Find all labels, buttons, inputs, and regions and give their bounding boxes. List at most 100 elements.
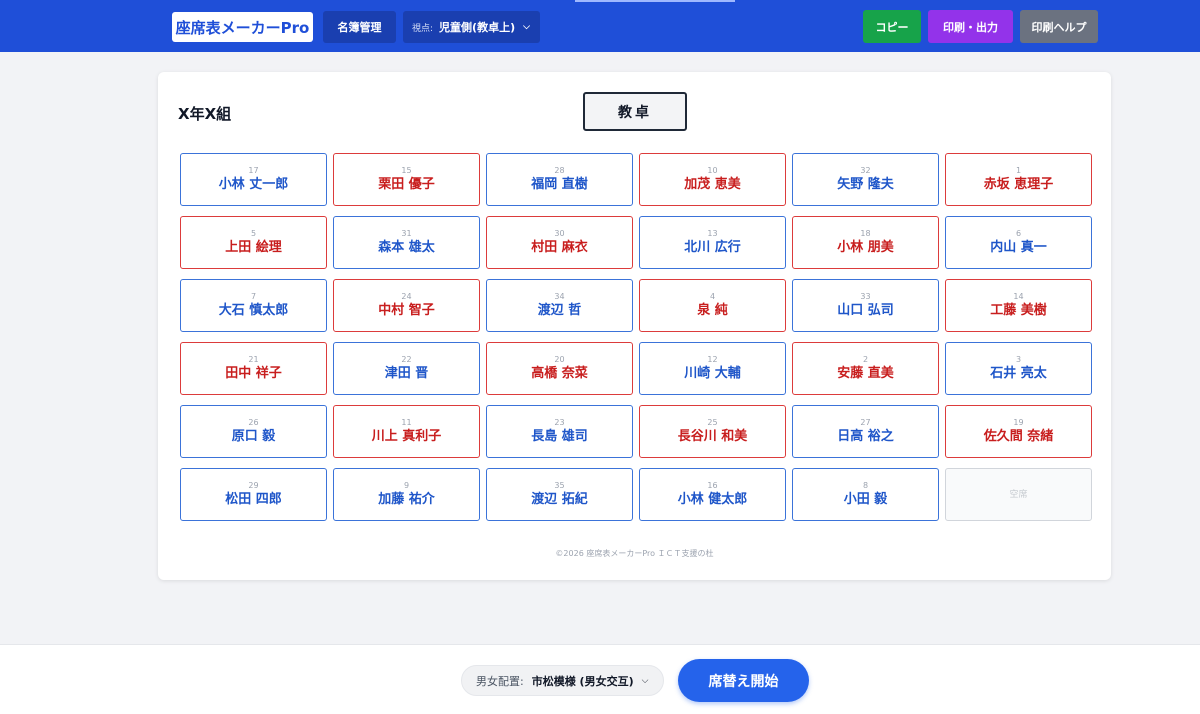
seat-number: 28 (554, 166, 565, 175)
seat-number: 2 (862, 355, 869, 364)
seat[interactable]: 4 泉 純 (639, 279, 786, 332)
seat[interactable]: 22 津田 晋 (333, 342, 480, 395)
start-seat-change-button[interactable]: 席替え開始 (678, 659, 809, 702)
seat[interactable]: 7 大石 慎太郎 (180, 279, 327, 332)
seat[interactable]: 13 北川 広行 (639, 216, 786, 269)
seat-number: 1 (1015, 166, 1022, 175)
seat-student-name: 石井 亮太 (990, 366, 1047, 381)
seat[interactable]: 29 松田 四郎 (180, 468, 327, 521)
seat[interactable]: 32 矢野 隆夫 (792, 153, 939, 206)
seat-student-name: 安藤 直美 (837, 366, 894, 381)
seat-number: 27 (860, 418, 871, 427)
seat-student-name: 小林 健太郎 (677, 492, 748, 507)
seat[interactable]: 33 山口 弘司 (792, 279, 939, 332)
view-select[interactable]: 視点: 児童側(教卓上) ⌵ (403, 11, 540, 43)
seat-number: 14 (1013, 292, 1024, 301)
seat[interactable]: 26 原口 毅 (180, 405, 327, 458)
seat[interactable]: 2 安藤 直美 (792, 342, 939, 395)
seat-student-name: 矢野 隆夫 (837, 177, 894, 192)
seat[interactable]: 34 渡辺 哲 (486, 279, 633, 332)
seat[interactable]: 8 小田 毅 (792, 468, 939, 521)
seat[interactable]: 21 田中 祥子 (180, 342, 327, 395)
seat[interactable]: 9 加藤 祐介 (333, 468, 480, 521)
seat-number: 8 (862, 481, 869, 490)
seat-number: 34 (554, 292, 565, 301)
seat[interactable]: 12 川崎 大輔 (639, 342, 786, 395)
seat-student-name: 村田 麻衣 (531, 240, 588, 255)
seat-number: 13 (707, 229, 718, 238)
seat-student-name: 日高 裕之 (837, 429, 894, 444)
seat[interactable]: 20 高橋 奈菜 (486, 342, 633, 395)
seat[interactable]: 1 赤坂 恵理子 (945, 153, 1092, 206)
seat-number: 26 (248, 418, 259, 427)
seat[interactable]: 28 福岡 直樹 (486, 153, 633, 206)
seat-student-name: 森本 雄太 (378, 240, 435, 255)
seat-number: 25 (707, 418, 718, 427)
seat[interactable]: 6 内山 真一 (945, 216, 1092, 269)
seat[interactable]: 3 石井 亮太 (945, 342, 1092, 395)
seat-student-name: 長谷川 和美 (677, 429, 748, 444)
seat-student-name: 空席 (1009, 489, 1028, 500)
seat[interactable]: 15 栗田 優子 (333, 153, 480, 206)
seat-number: 18 (860, 229, 871, 238)
seat-student-name: 赤坂 恵理子 (983, 177, 1054, 192)
seat-number: 32 (860, 166, 871, 175)
seat[interactable]: 35 渡辺 拓紀 (486, 468, 633, 521)
seat[interactable]: 31 森本 雄太 (333, 216, 480, 269)
seat[interactable]: 25 長谷川 和美 (639, 405, 786, 458)
seat-student-name: 小林 丈一郎 (218, 177, 289, 192)
seat-number: 4 (709, 292, 716, 301)
seat[interactable]: 27 日高 裕之 (792, 405, 939, 458)
seat-student-name: 川上 真利子 (371, 429, 442, 444)
seat-student-name: 工藤 美樹 (990, 303, 1047, 318)
seat[interactable]: 17 小林 丈一郎 (180, 153, 327, 206)
seat[interactable]: 24 中村 智子 (333, 279, 480, 332)
print-help-button[interactable]: 印刷ヘルプ (1020, 10, 1098, 43)
seat-number: 29 (248, 481, 259, 490)
gender-layout-select[interactable]: 男女配置: 市松模様 (男女交互) ⌵ (461, 665, 664, 696)
gender-layout-value: 市松模様 (男女交互) (531, 674, 634, 688)
seat-number: 22 (401, 355, 412, 364)
seat-number: 9 (403, 481, 410, 490)
seat-student-name: 内山 真一 (990, 240, 1047, 255)
seat[interactable]: 30 村田 麻衣 (486, 216, 633, 269)
seat[interactable]: 11 川上 真利子 (333, 405, 480, 458)
app-logo[interactable]: 座席表メーカーPro (172, 12, 313, 42)
seat-student-name: 大石 慎太郎 (218, 303, 289, 318)
teacher-desk: 教卓 (583, 92, 687, 131)
seating-chart-card: X年X組 教卓 17 小林 丈一郎 15 栗田 優子 28 福岡 直樹 10 加茂 恵美 32 矢… (158, 72, 1111, 580)
seat-student-name: 山口 弘司 (837, 303, 894, 318)
seat-student-name: 渡辺 哲 (537, 303, 582, 318)
seat-student-name: 中村 智子 (378, 303, 435, 318)
seat-number: 6 (1015, 229, 1022, 238)
copy-button[interactable]: コピー (863, 10, 921, 43)
chevron-down-icon: ⌵ (523, 22, 530, 32)
roster-button[interactable]: 名簿管理 (323, 11, 396, 43)
seat-number: 7 (250, 292, 257, 301)
seat-student-name: 小田 毅 (843, 492, 888, 507)
seat-number: 16 (707, 481, 718, 490)
seat-grid: 17 小林 丈一郎 15 栗田 優子 28 福岡 直樹 10 加茂 恵美 32 矢野 隆夫 1 赤坂 … (180, 153, 1092, 521)
footer-credit: ©2026 座席表メーカーPro ＩＣＴ支援の杜 (555, 549, 714, 558)
seat-student-name: 川崎 大輔 (684, 366, 741, 381)
bottom-action-bar: 男女配置: 市松模様 (男女交互) ⌵ 席替え開始 (0, 644, 1200, 714)
seat[interactable]: 14 工藤 美樹 (945, 279, 1092, 332)
seat-number: 19 (1013, 418, 1024, 427)
seat-number: 31 (401, 229, 412, 238)
gender-layout-label: 男女配置: (476, 674, 524, 688)
seat-number: 33 (860, 292, 871, 301)
seat[interactable]: 5 上田 絵理 (180, 216, 327, 269)
seat[interactable]: 23 長島 雄司 (486, 405, 633, 458)
seat[interactable]: 19 佐久間 奈緒 (945, 405, 1092, 458)
seat[interactable]: 16 小林 健太郎 (639, 468, 786, 521)
seat-student-name: 泉 純 (697, 303, 728, 318)
seat-number: 20 (554, 355, 565, 364)
print-output-button[interactable]: 印刷・出力 (928, 10, 1013, 43)
view-select-label: 視点: (412, 23, 434, 34)
class-name[interactable]: X年X組 (178, 103, 231, 124)
seat-student-name: 田中 祥子 (225, 366, 282, 381)
seat-number: 35 (554, 481, 565, 490)
seat[interactable]: 10 加茂 恵美 (639, 153, 786, 206)
empty-seat[interactable]: 空席 (945, 468, 1092, 521)
seat[interactable]: 18 小林 朋美 (792, 216, 939, 269)
